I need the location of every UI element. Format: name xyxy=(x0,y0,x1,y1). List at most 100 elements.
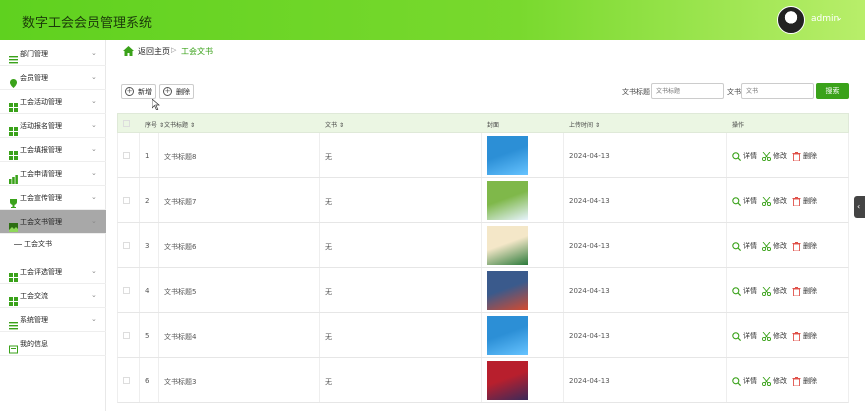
sidebar-item[interactable]: 工会活动管理 ⌄ xyxy=(0,90,106,114)
action-label: 修改 xyxy=(773,152,787,160)
user-name[interactable]: admin xyxy=(811,14,839,24)
search-button[interactable]: 搜索 xyxy=(816,83,849,99)
edit-button[interactable]: 修改 xyxy=(762,286,787,296)
delete-row-button[interactable]: 删除 xyxy=(792,286,817,296)
doc-filter-input[interactable] xyxy=(741,83,814,99)
delete-row-button[interactable]: 删除 xyxy=(792,376,817,386)
header-date[interactable]: 上传时间 ⇕ xyxy=(569,120,600,129)
sidebar-item[interactable]: 工会评选管理 ⌄ xyxy=(0,260,106,284)
row-checkbox[interactable] xyxy=(123,242,130,249)
search-icon xyxy=(732,286,741,296)
column-divider xyxy=(481,268,482,312)
row-checkbox[interactable] xyxy=(123,197,130,204)
edit-button[interactable]: 修改 xyxy=(762,151,787,161)
tree-line xyxy=(14,244,22,245)
column-divider xyxy=(319,178,320,222)
search-icon xyxy=(732,331,741,341)
sidebar-item[interactable]: 工会申请管理 ⌄ xyxy=(0,162,106,186)
table-row: 3 文书标题6 无 2024-04-13 详情 修改 删除 xyxy=(117,223,849,268)
detail-button[interactable]: 详情 xyxy=(732,241,757,251)
detail-button[interactable]: 详情 xyxy=(732,376,757,386)
sidebar-subitem[interactable]: 工会文书 xyxy=(14,236,104,254)
sidebar-item-label: 工会填报管理 xyxy=(20,146,62,154)
delete-button[interactable]: + 删除 xyxy=(159,84,194,99)
delete-row-button[interactable]: 删除 xyxy=(792,241,817,251)
row-checkbox[interactable] xyxy=(123,332,130,339)
edit-button[interactable]: 修改 xyxy=(762,241,787,251)
title-filter-input[interactable] xyxy=(651,83,724,99)
select-all-checkbox[interactable] xyxy=(123,120,130,127)
detail-button[interactable]: 详情 xyxy=(732,331,757,341)
row-checkbox[interactable] xyxy=(123,377,130,384)
detail-button[interactable]: 详情 xyxy=(732,151,757,161)
chevron-down-icon: ⌄ xyxy=(91,145,97,153)
sidebar: 部门管理 ⌄ 会员管理 ⌄ 工会活动管理 ⌄ 活动报名管理 ⌄ 工会填报管理 ⌄ 工会申请管理 ⌄ 工会… xyxy=(0,40,106,411)
header-title[interactable]: 文书标题 ⇕ xyxy=(164,120,195,129)
scissors-icon xyxy=(762,151,771,161)
delete-row-button[interactable]: 删除 xyxy=(792,331,817,341)
collapse-tab[interactable]: ‹ xyxy=(854,196,865,218)
avatar[interactable] xyxy=(777,6,805,34)
edit-button[interactable]: 修改 xyxy=(762,196,787,206)
home-icon[interactable] xyxy=(123,46,134,56)
sidebar-item-label: 我的信息 xyxy=(20,340,48,348)
column-divider xyxy=(319,313,320,357)
sidebar-item[interactable]: 部门管理 ⌄ xyxy=(0,42,106,66)
cover-image[interactable] xyxy=(487,271,528,310)
sidebar-item[interactable]: 会员管理 ⌄ xyxy=(0,66,106,90)
column-divider xyxy=(726,178,727,222)
row-no: 1 xyxy=(145,152,150,160)
action-label: 删除 xyxy=(803,197,817,205)
column-divider xyxy=(481,313,482,357)
delete-row-button[interactable]: 删除 xyxy=(792,151,817,161)
add-button-label: 新增 xyxy=(138,87,152,96)
row-checkbox[interactable] xyxy=(123,152,130,159)
sidebar-item[interactable]: 工会宣传管理 ⌄ xyxy=(0,186,106,210)
sidebar-item[interactable]: 我的信息 xyxy=(0,332,106,356)
top-header: 数字工会会员管理系统 admin ⌄ xyxy=(0,0,865,40)
row-date: 2024-04-13 xyxy=(569,287,610,295)
sidebar-item[interactable]: 工会填报管理 ⌄ xyxy=(0,138,106,162)
column-divider xyxy=(158,133,159,177)
row-checkbox[interactable] xyxy=(123,287,130,294)
sidebar-item[interactable]: 系统管理 ⌄ xyxy=(0,308,106,332)
row-title: 文书标题6 xyxy=(164,243,197,251)
header-doc[interactable]: 文书 ⇕ xyxy=(325,120,344,129)
delete-row-button[interactable]: 删除 xyxy=(792,196,817,206)
plus-circle-icon: + xyxy=(125,87,134,96)
edit-button[interactable]: 修改 xyxy=(762,376,787,386)
sidebar-item[interactable]: 工会文书管理 ⌄ xyxy=(0,210,106,234)
cover-image[interactable] xyxy=(487,136,528,175)
column-divider xyxy=(563,313,564,357)
column-divider xyxy=(319,358,320,402)
sidebar-item[interactable]: 工会交流 ⌄ xyxy=(0,284,106,308)
column-divider xyxy=(139,358,140,402)
detail-button[interactable]: 详情 xyxy=(732,286,757,296)
sidebar-item-label: 部门管理 xyxy=(20,50,48,58)
row-date: 2024-04-13 xyxy=(569,377,610,385)
row-no: 2 xyxy=(145,197,150,205)
chevron-down-icon: ⌄ xyxy=(91,73,97,81)
breadcrumb-home[interactable]: 返回主页 xyxy=(138,46,170,57)
detail-button[interactable]: 详情 xyxy=(732,196,757,206)
chevron-down-icon[interactable]: ⌄ xyxy=(836,13,843,22)
action-label: 详情 xyxy=(743,242,757,250)
cover-image[interactable] xyxy=(487,316,528,355)
column-divider xyxy=(563,268,564,312)
trash-icon xyxy=(792,241,801,251)
row-title: 文书标题8 xyxy=(164,153,197,161)
add-button[interactable]: + 新增 xyxy=(121,84,156,99)
action-label: 详情 xyxy=(743,332,757,340)
cover-image[interactable] xyxy=(487,361,528,400)
breadcrumb-separator: ▷ xyxy=(171,46,177,54)
chevron-down-icon: ⌄ xyxy=(91,315,97,323)
cover-image[interactable] xyxy=(487,226,528,265)
column-divider xyxy=(481,358,482,402)
cover-image[interactable] xyxy=(487,181,528,220)
edit-button[interactable]: 修改 xyxy=(762,331,787,341)
column-divider xyxy=(139,223,140,267)
search-icon xyxy=(732,241,741,251)
trash-icon xyxy=(792,331,801,341)
doc-filter-label: 文书 xyxy=(727,88,741,96)
sidebar-item[interactable]: 活动报名管理 ⌄ xyxy=(0,114,106,138)
